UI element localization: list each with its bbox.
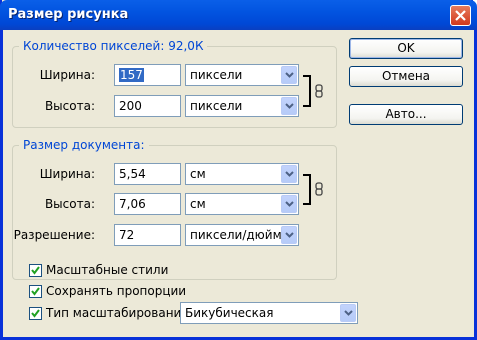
chevron-down-icon[interactable] [281,66,297,84]
chevron-down-icon[interactable] [281,165,297,183]
pixel-height-unit-select[interactable]: пиксели [185,95,299,117]
resolution-label: Разрешение: [13,228,95,242]
constrain-proportions-label[interactable]: Сохранять пропорции [46,284,186,298]
resolution-input[interactable]: 72 [114,224,181,246]
window-title: Размер рисунка [8,7,129,22]
document-size-title: Размер документа: [19,138,149,152]
chevron-down-icon[interactable] [281,195,297,213]
resample-checkbox[interactable] [29,307,42,320]
pixel-height-input[interactable]: 200 [114,95,181,117]
document-width-label: Ширина: [39,167,95,181]
pixel-height-label: Высота: [44,99,95,113]
chevron-down-icon[interactable] [281,97,297,115]
close-icon [455,10,466,21]
checkmark-icon [31,287,40,296]
document-width-unit-select[interactable]: см [185,163,299,185]
constrain-bracket [303,75,311,107]
pixel-dimensions-title: Количество пикселей: 92,0К [19,39,208,53]
cancel-button[interactable]: Отмена [349,66,463,87]
auto-button[interactable]: Авто... [349,104,463,125]
document-height-input[interactable]: 7,06 [114,193,181,215]
scale-styles-label[interactable]: Масштабные стили [46,263,168,277]
chevron-down-icon[interactable] [340,304,356,322]
chain-link-icon [315,182,323,196]
constrain-bracket [303,174,311,205]
pixel-size-value: 92,0К [168,39,204,53]
checkmark-icon [31,266,40,275]
pixel-width-input[interactable]: 157 [114,64,181,86]
scale-styles-checkbox[interactable] [29,264,42,277]
chain-link-icon [315,84,323,98]
resample-method-select[interactable]: Бикубическая [180,302,358,324]
resample-label[interactable]: Тип масштабирования: [46,306,193,320]
close-button[interactable] [450,5,471,26]
checkmark-icon [31,309,40,318]
ok-button[interactable]: OK [349,38,463,59]
chevron-down-icon[interactable] [281,226,297,244]
document-height-label: Высота: [44,197,95,211]
dialog-body: Количество пикселей: 92,0К Ширина: 157 п… [0,30,477,340]
pixel-width-label: Ширина: [39,68,95,82]
pixel-width-unit-select[interactable]: пиксели [185,64,299,86]
title-bar: Размер рисунка [0,0,477,30]
document-height-unit-select[interactable]: см [185,193,299,215]
resolution-unit-select[interactable]: пиксели/дюйм [185,224,299,246]
constrain-proportions-checkbox[interactable] [29,285,42,298]
document-width-input[interactable]: 5,54 [114,163,181,185]
